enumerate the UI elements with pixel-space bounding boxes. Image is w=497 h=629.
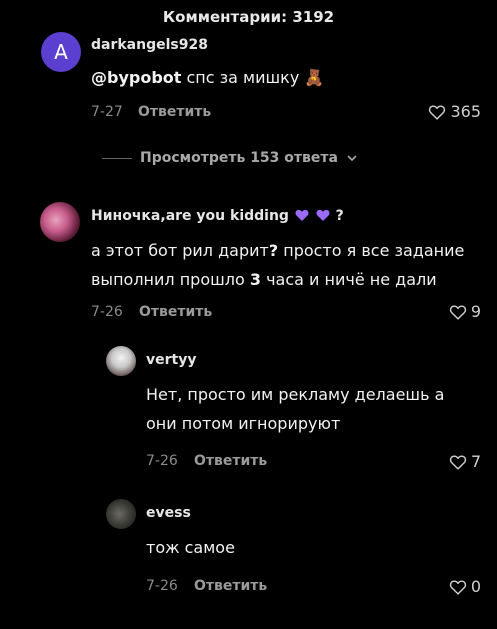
avatar[interactable] xyxy=(106,499,136,529)
reply-text-line: они потом игнорируют xyxy=(146,414,341,433)
heart-icon xyxy=(429,104,446,120)
heart-icon xyxy=(449,579,466,595)
comment-text: @bypobot спс за мишку 🧸 xyxy=(91,63,324,92)
purple-heart-icon xyxy=(295,209,309,222)
reply-text-line: Нет, просто им рекламу делаешь а xyxy=(146,385,445,404)
comment-text-line: а этот бот рил дарит? просто я все задан… xyxy=(91,241,465,260)
like-count: 0 xyxy=(470,577,481,596)
comments-count-title: Комментарии: 3192 xyxy=(162,8,335,26)
comment-username[interactable]: Ниночка,are you kidding ? xyxy=(91,208,344,224)
heart-icon xyxy=(449,304,466,320)
comment-date: 7-26 xyxy=(91,304,123,320)
reply-text-line: тож самое xyxy=(146,538,235,557)
like-button[interactable]: 365 xyxy=(428,102,481,121)
mention-link[interactable]: @bypobot xyxy=(91,68,181,87)
reply-button[interactable]: Ответить xyxy=(194,578,267,594)
avatar[interactable] xyxy=(106,346,136,376)
view-replies-label: Просмотреть 153 ответа xyxy=(140,150,338,166)
like-count: 7 xyxy=(470,452,481,471)
comment-text-line: выполнил прошло 3 часа и ничё не дали xyxy=(91,270,437,289)
reply-text: Нет, просто им рекламу делаешь а они пот… xyxy=(146,380,486,438)
avatar-letter: A xyxy=(54,40,68,64)
comment-text: а этот бот рил дарит? просто я все задан… xyxy=(91,236,481,294)
like-button[interactable]: 0 xyxy=(449,577,481,596)
divider-line xyxy=(102,157,132,159)
reply-button[interactable]: Ответить xyxy=(139,304,212,320)
reply-date: 7-26 xyxy=(146,453,178,469)
reply-button[interactable]: Ответить xyxy=(138,104,211,120)
like-count: 365 xyxy=(450,102,481,121)
avatar[interactable]: A xyxy=(41,32,81,72)
purple-heart-icon xyxy=(316,209,330,222)
reply-username[interactable]: evess xyxy=(146,505,191,521)
comment-username[interactable]: darkangels928 xyxy=(91,37,208,53)
username-suffix: ? xyxy=(335,208,344,224)
view-replies-button[interactable]: Просмотреть 153 ответа xyxy=(102,150,358,166)
heart-icon xyxy=(449,454,466,470)
reply-username[interactable]: vertyy xyxy=(146,352,196,368)
like-button[interactable]: 9 xyxy=(449,302,481,321)
like-count: 9 xyxy=(470,302,481,321)
comment-text-body: спс за мишку xyxy=(181,68,305,87)
like-button[interactable]: 7 xyxy=(449,452,481,471)
reply-button[interactable]: Ответить xyxy=(194,453,267,469)
avatar[interactable] xyxy=(40,202,80,242)
reply-date: 7-26 xyxy=(146,578,178,594)
teddy-bear-emoji: 🧸 xyxy=(304,68,325,87)
reply-text: тож самое xyxy=(146,533,235,562)
comment-date: 7-27 xyxy=(91,104,123,120)
chevron-down-icon xyxy=(347,155,357,162)
comment-username-text: Ниночка,are you kidding xyxy=(91,208,289,224)
